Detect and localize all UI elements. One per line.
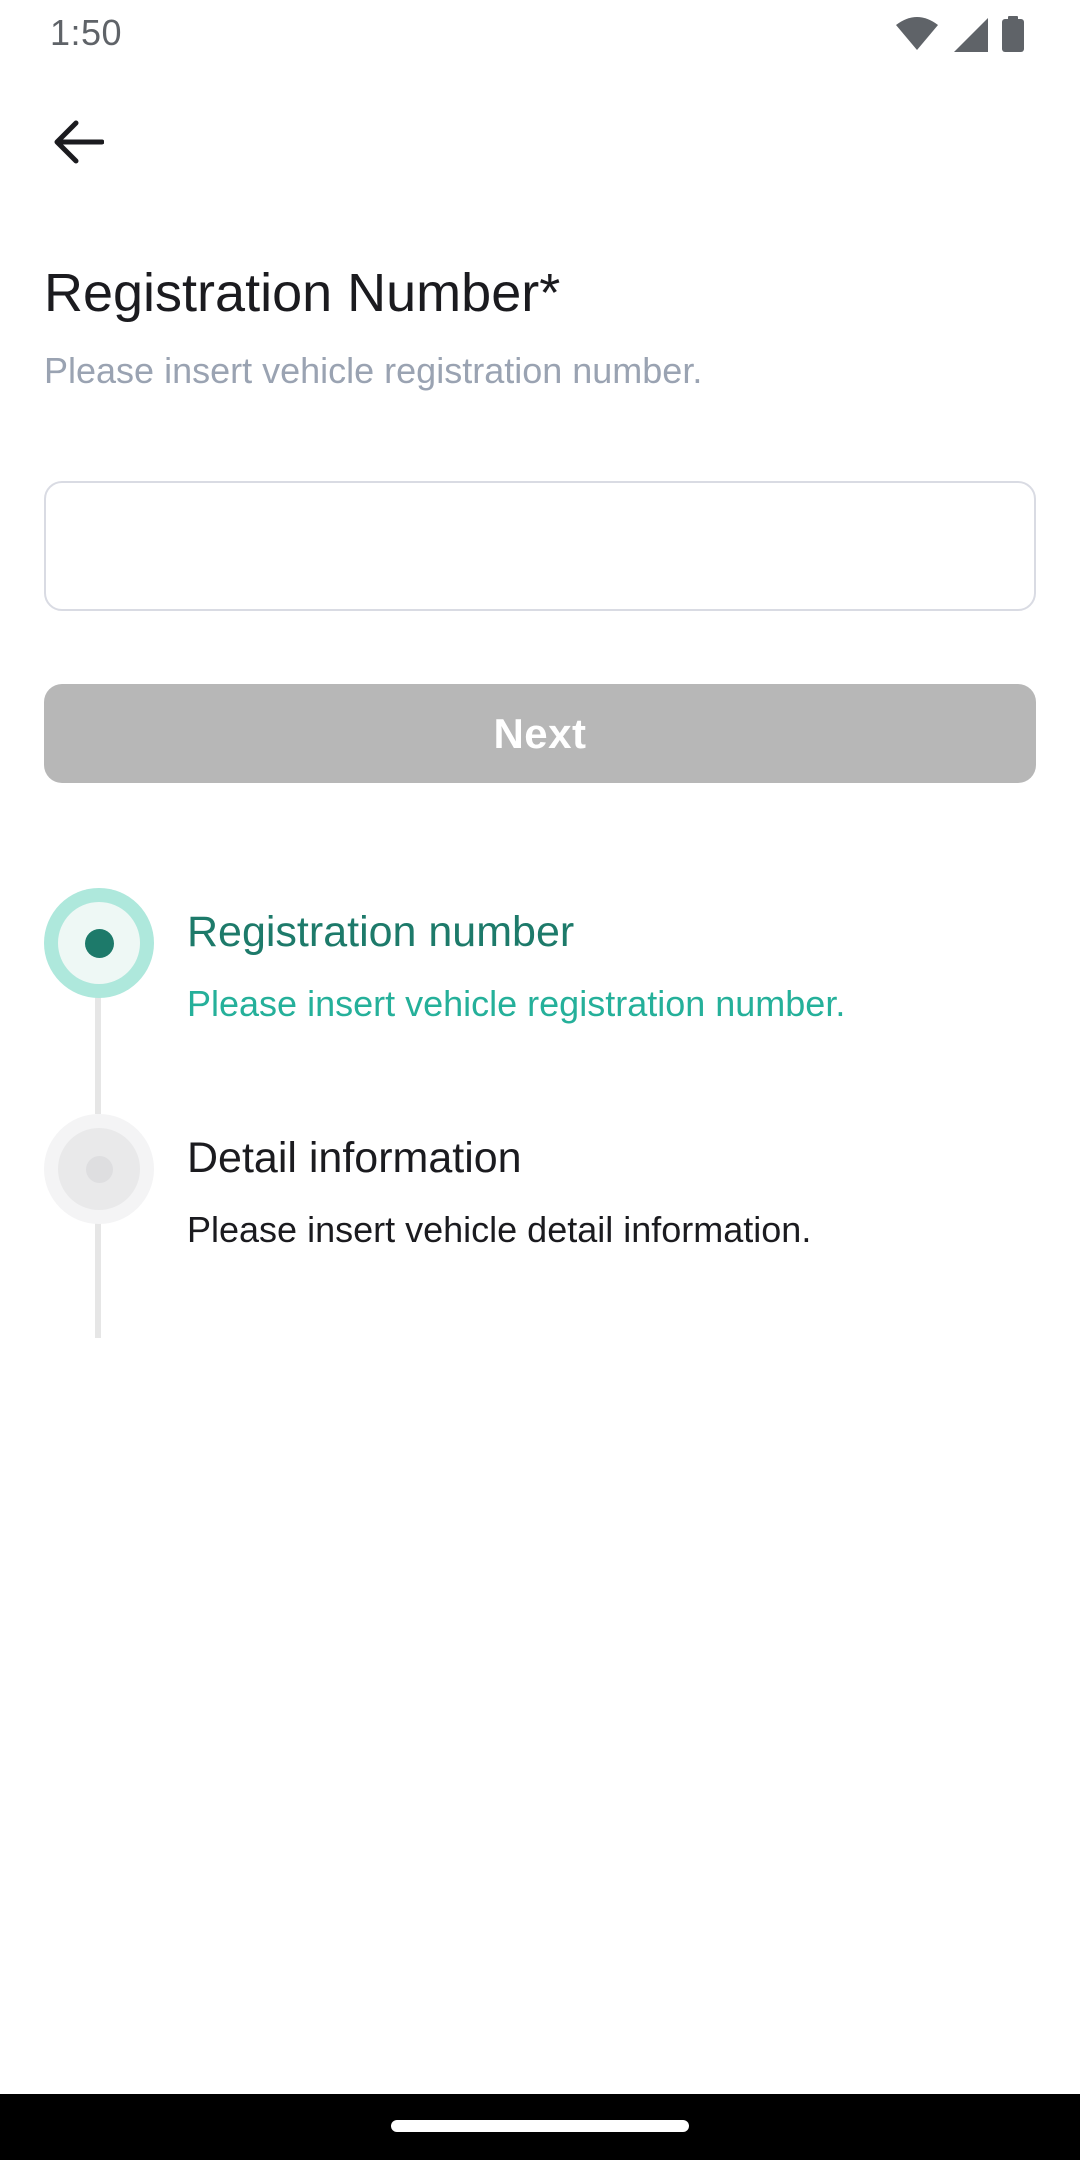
step-title: Detail information (187, 1134, 522, 1182)
registration-number-input[interactable] (44, 481, 1036, 611)
arrow-left-icon (52, 119, 105, 170)
step-title: Registration number (187, 908, 575, 956)
status-icons (896, 14, 1024, 54)
system-navigation-bar (0, 2094, 1080, 2160)
step-indicator-inactive (44, 1114, 154, 1224)
next-button[interactable]: Next (44, 684, 1036, 783)
battery-icon (1002, 16, 1024, 52)
step-description: Please insert vehicle registration numbe… (187, 983, 846, 1024)
screen: 1:50 Registration Number* Please insert … (0, 0, 1080, 2160)
home-handle[interactable] (391, 2120, 689, 2132)
status-time: 1:50 (50, 12, 123, 53)
step-connector-line (95, 1220, 101, 1338)
step-dot (84, 928, 114, 958)
status-bar: 1:50 (0, 0, 1080, 66)
step-indicator-active (44, 888, 154, 998)
step-connector-line (95, 992, 101, 1114)
wifi-icon (896, 17, 938, 51)
step-description: Please insert vehicle detail information… (187, 1209, 812, 1250)
page-title: Registration Number* (44, 263, 561, 323)
page-subtitle: Please insert vehicle registration numbe… (44, 350, 703, 391)
cellular-signal-icon (952, 16, 988, 52)
back-button[interactable] (36, 102, 120, 186)
step-dot (85, 1155, 113, 1183)
